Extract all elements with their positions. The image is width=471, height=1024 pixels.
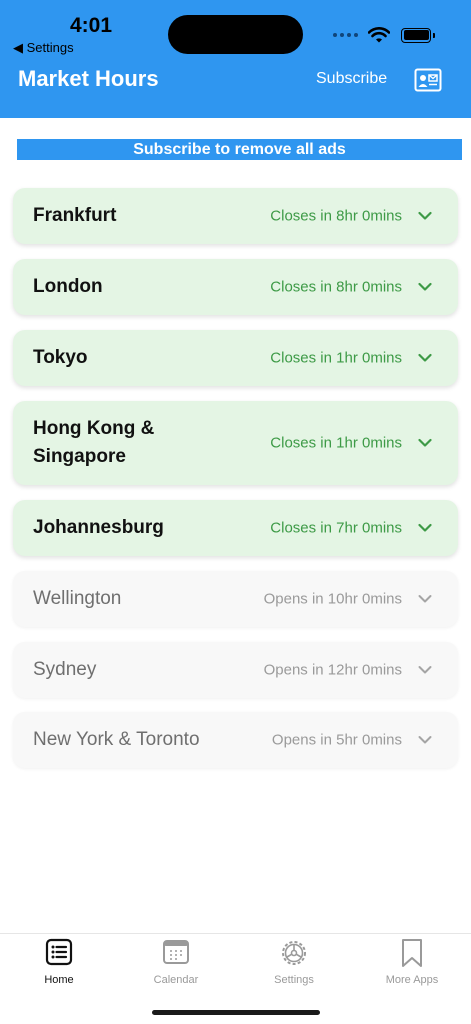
market-status: Opens in 10hr 0mins — [263, 590, 402, 608]
market-status: Closes in 1hr 0mins — [270, 434, 402, 452]
market-card-new-york-toronto[interactable]: New York & Toronto Opens in 5hr 0mins — [13, 712, 458, 768]
market-name-line2: Singapore — [33, 446, 126, 467]
market-status: Opens in 12hr 0mins — [263, 661, 402, 679]
tab-label: Calendar — [153, 974, 199, 986]
wifi-icon — [368, 27, 390, 43]
app-header: 4:01 ◀ Settings Market Hours Subscribe — [0, 0, 471, 118]
dynamic-island — [168, 15, 303, 54]
chevron-down-icon — [418, 211, 432, 220]
market-name: Tokyo — [33, 347, 88, 368]
market-card-wellington[interactable]: Wellington Opens in 10hr 0mins — [13, 571, 458, 627]
tab-home[interactable]: Home — [9, 938, 109, 986]
tab-calendar[interactable]: Calendar — [126, 938, 226, 986]
bookmark-icon — [402, 939, 422, 967]
chevron-down-icon — [418, 438, 432, 447]
tab-settings[interactable]: Settings — [244, 938, 344, 986]
market-status: Closes in 7hr 0mins — [270, 519, 402, 537]
market-card-london[interactable]: London Closes in 8hr 0mins — [13, 259, 458, 315]
market-status: Opens in 5hr 0mins — [271, 731, 402, 749]
status-indicators — [333, 26, 435, 44]
subscribe-button[interactable]: Subscribe — [316, 70, 387, 88]
contact-card-icon[interactable] — [414, 68, 442, 92]
tab-label: More Apps — [385, 974, 439, 986]
tab-label: Settings — [274, 974, 314, 986]
gear-icon — [282, 941, 306, 965]
calendar-icon — [163, 940, 189, 964]
market-card-hong-kong-singapore[interactable]: Hong Kong & Singapore Closes in 1hr 0min… — [13, 401, 458, 485]
chevron-down-icon — [418, 282, 432, 291]
market-card-sydney[interactable]: Sydney Opens in 12hr 0mins — [13, 642, 458, 698]
chevron-down-icon — [418, 736, 432, 744]
market-name: New York & Toronto — [33, 729, 200, 750]
page-title: Market Hours — [18, 66, 159, 91]
market-card-johannesburg[interactable]: Johannesburg Closes in 7hr 0mins — [13, 500, 458, 556]
chevron-down-icon — [418, 353, 432, 362]
market-status: Closes in 8hr 0mins — [270, 278, 402, 296]
market-name: Frankfurt — [33, 205, 117, 226]
market-name: Sydney — [33, 659, 97, 680]
market-name: Wellington — [33, 588, 122, 609]
list-icon — [45, 938, 73, 966]
market-status: Closes in 1hr 0mins — [270, 349, 402, 367]
back-to-settings-link[interactable]: ◀ Settings — [13, 40, 74, 56]
chevron-down-icon — [418, 666, 432, 674]
battery-icon — [401, 27, 435, 43]
cellular-signal-icon — [333, 33, 358, 37]
market-name: Hong Kong & Singapore — [33, 415, 154, 471]
chevron-down-icon — [418, 523, 432, 532]
market-name: London — [33, 276, 103, 297]
ad-banner[interactable]: Subscribe to remove all ads — [17, 139, 462, 160]
market-card-tokyo[interactable]: Tokyo Closes in 1hr 0mins — [13, 330, 458, 386]
tab-more-apps[interactable]: More Apps — [362, 938, 462, 986]
market-name-line1: Hong Kong & — [33, 418, 155, 439]
market-name: Johannesburg — [33, 517, 164, 538]
status-time: 4:01 — [70, 14, 113, 37]
market-status: Closes in 8hr 0mins — [270, 207, 402, 225]
home-indicator — [152, 1010, 320, 1015]
chevron-down-icon — [418, 595, 432, 603]
tab-label: Home — [44, 974, 74, 986]
market-card-frankfurt[interactable]: Frankfurt Closes in 8hr 0mins — [13, 188, 458, 244]
